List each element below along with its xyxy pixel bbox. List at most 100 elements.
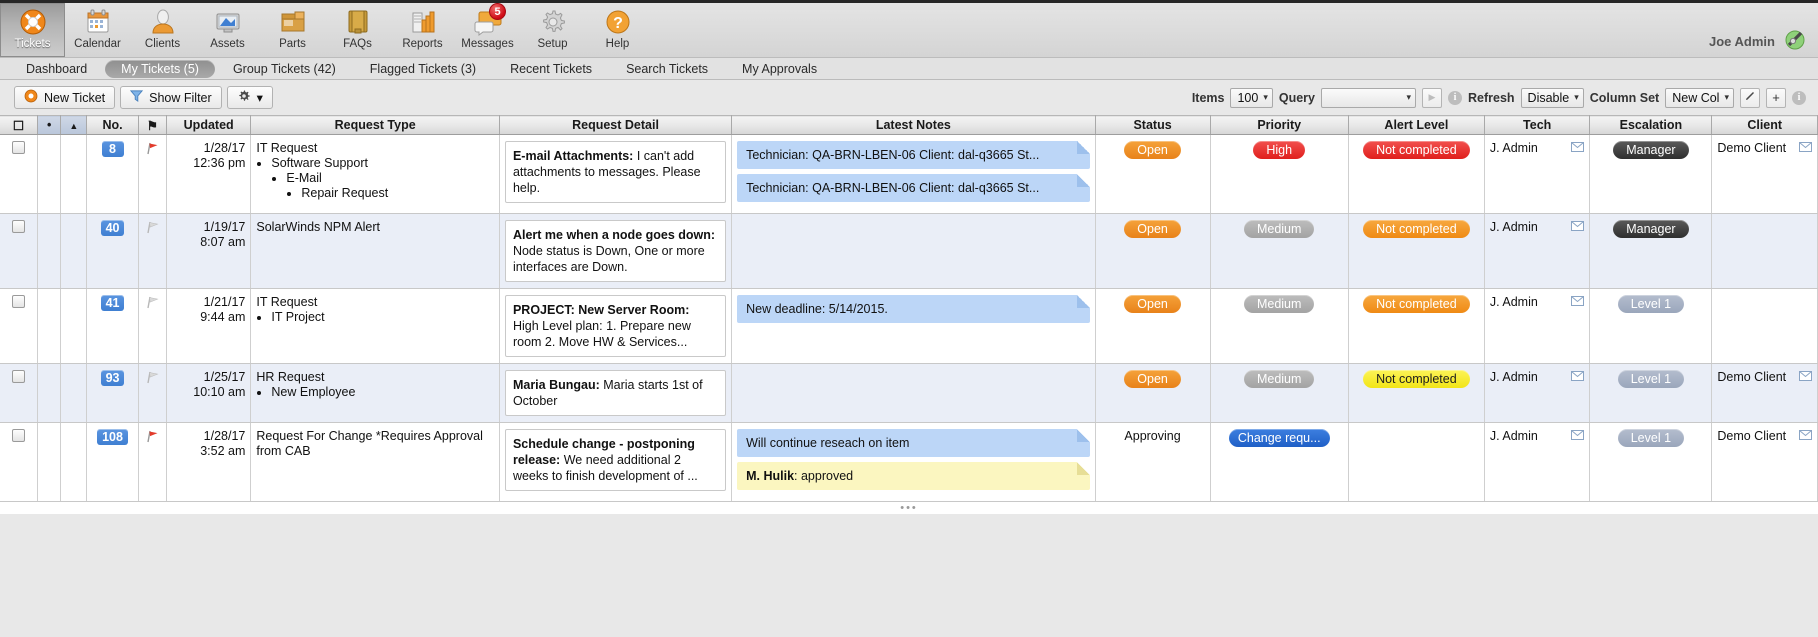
- header-request-type[interactable]: Request Type: [250, 115, 500, 135]
- row-checkbox[interactable]: [12, 220, 25, 233]
- tab-my-approvals[interactable]: My Approvals: [726, 60, 833, 78]
- priority-badge[interactable]: High: [1253, 141, 1306, 159]
- nav-item-tickets[interactable]: Tickets: [0, 3, 65, 57]
- status-badge[interactable]: Open: [1124, 220, 1181, 238]
- table-row[interactable]: 8 1/28/1712:36 pm IT RequestSoftware Suppo…: [0, 134, 1818, 214]
- row-select-cell[interactable]: [0, 288, 39, 364]
- row-number-cell[interactable]: 41: [86, 288, 139, 364]
- row-select-cell[interactable]: [0, 422, 39, 502]
- header-alert-level[interactable]: Alert Level: [1348, 115, 1485, 135]
- status-badge[interactable]: Open: [1124, 370, 1181, 388]
- request-detail-box[interactable]: Maria Bungau: Maria starts 1st of Octobe…: [504, 370, 727, 416]
- header-flag[interactable]: ⚑: [138, 115, 167, 135]
- row-request-detail-cell[interactable]: PROJECT: New Server Room: High Level pla…: [499, 288, 733, 364]
- escalation-badge[interactable]: Level 1: [1617, 370, 1685, 388]
- escalation-badge[interactable]: Level 1: [1617, 429, 1685, 447]
- ticket-number-badge[interactable]: 41: [100, 295, 125, 311]
- note-bubble[interactable]: Will continue reseach on item: [737, 429, 1090, 457]
- header-no[interactable]: No.: [86, 115, 139, 135]
- table-row[interactable]: 41 1/21/179:44 am IT RequestIT Project PROJ…: [0, 288, 1818, 364]
- flag-icon[interactable]: [145, 296, 159, 312]
- flag-icon[interactable]: [145, 371, 159, 387]
- row-request-detail-cell[interactable]: Maria Bungau: Maria starts 1st of Octobe…: [499, 363, 733, 423]
- flag-icon[interactable]: [145, 430, 159, 446]
- header-tech[interactable]: Tech: [1484, 115, 1591, 135]
- ticket-number-badge[interactable]: 40: [100, 220, 125, 236]
- alert-level-badge[interactable]: Not completed: [1363, 220, 1470, 238]
- priority-badge[interactable]: Medium: [1243, 295, 1315, 313]
- alert-level-badge[interactable]: Not completed: [1363, 295, 1470, 313]
- request-detail-box[interactable]: PROJECT: New Server Room: High Level pla…: [504, 295, 727, 357]
- header-sort-indicator[interactable]: ▲: [60, 115, 88, 135]
- row-select-cell[interactable]: [0, 134, 39, 214]
- tab-group-tickets[interactable]: Group Tickets (42): [217, 60, 352, 78]
- row-checkbox[interactable]: [12, 429, 25, 442]
- row-flag-cell[interactable]: [138, 288, 167, 364]
- priority-badge[interactable]: Change requ...: [1228, 429, 1330, 447]
- nav-item-calendar[interactable]: Calendar: [65, 3, 130, 57]
- row-number-cell[interactable]: 40: [86, 213, 139, 289]
- row-flag-cell[interactable]: [138, 213, 167, 289]
- request-detail-box[interactable]: Alert me when a node goes down: Node sta…: [504, 220, 727, 282]
- header-dot[interactable]: •: [37, 115, 62, 135]
- items-per-page-select[interactable]: 100 ▾: [1230, 87, 1273, 108]
- note-bubble[interactable]: Technician: QA-BRN-LBEN-06 Client: dal-q…: [737, 141, 1090, 169]
- table-row[interactable]: 108 1/28/17 3:52 am Request For Change *Req…: [0, 422, 1818, 502]
- query-info-icon[interactable]: i: [1448, 90, 1462, 105]
- row-flag-cell[interactable]: [138, 422, 167, 502]
- row-number-cell[interactable]: 108: [86, 422, 139, 502]
- flag-icon[interactable]: [145, 221, 159, 237]
- row-flag-cell[interactable]: [138, 363, 167, 423]
- envelope-icon[interactable]: [1571, 295, 1585, 309]
- nav-item-faqs[interactable]: FAQs: [325, 3, 390, 57]
- status-badge[interactable]: Open: [1124, 295, 1181, 313]
- alert-level-badge[interactable]: Not completed: [1363, 141, 1470, 159]
- header-updated[interactable]: Updated: [166, 115, 252, 135]
- note-bubble[interactable]: Technician: QA-BRN-LBEN-06 Client: dal-q…: [737, 174, 1090, 202]
- escalation-badge[interactable]: Manager: [1613, 141, 1689, 159]
- header-priority[interactable]: Priority: [1210, 115, 1349, 135]
- edit-column-set-button[interactable]: [1740, 87, 1760, 108]
- row-request-detail-cell[interactable]: Alert me when a node goes down: Node sta…: [499, 213, 733, 289]
- new-ticket-button[interactable]: New Ticket: [14, 86, 116, 109]
- envelope-icon[interactable]: [1799, 429, 1812, 443]
- row-checkbox[interactable]: [12, 370, 25, 383]
- envelope-icon[interactable]: [1571, 141, 1585, 155]
- row-select-cell[interactable]: [0, 363, 39, 423]
- column-set-info-icon[interactable]: i: [1792, 90, 1806, 105]
- header-latest-notes[interactable]: Latest Notes: [731, 115, 1096, 135]
- tab-recent-tickets[interactable]: Recent Tickets: [494, 60, 608, 78]
- ticket-number-badge[interactable]: 108: [97, 429, 128, 445]
- header-request-detail[interactable]: Request Detail: [499, 115, 733, 135]
- tab-my-tickets[interactable]: My Tickets (5): [105, 59, 215, 78]
- nav-item-clients[interactable]: Clients: [130, 3, 195, 57]
- row-request-detail-cell[interactable]: Schedule change - postponing release: We…: [499, 422, 733, 502]
- nav-item-parts[interactable]: Parts: [260, 3, 325, 57]
- tab-dashboard[interactable]: Dashboard: [10, 60, 103, 78]
- alert-level-badge[interactable]: Not completed: [1363, 370, 1470, 388]
- header-client[interactable]: Client: [1711, 115, 1818, 135]
- status-badge[interactable]: Open: [1124, 141, 1181, 159]
- envelope-icon[interactable]: [1571, 370, 1585, 384]
- header-status[interactable]: Status: [1095, 115, 1211, 135]
- envelope-icon[interactable]: [1799, 370, 1812, 384]
- header-select-all[interactable]: ☐: [0, 115, 39, 135]
- table-row[interactable]: 93 1/25/1710:10 am HR RequestNew Employee M…: [0, 363, 1818, 423]
- priority-badge[interactable]: Medium: [1243, 220, 1315, 238]
- table-row[interactable]: 40 1/19/17 8:07 am SolarWinds NPM Alert Aler…: [0, 213, 1818, 289]
- flag-icon[interactable]: [145, 142, 159, 158]
- refresh-select[interactable]: Disable ▾: [1520, 87, 1584, 108]
- add-column-set-button[interactable]: +: [1766, 87, 1786, 108]
- request-detail-box[interactable]: E-mail Attachments: I can't add attachme…: [504, 141, 727, 203]
- tab-search-tickets[interactable]: Search Tickets: [610, 60, 724, 78]
- envelope-icon[interactable]: [1571, 429, 1585, 443]
- query-select[interactable]: ▾: [1321, 87, 1416, 108]
- show-filter-button[interactable]: Show Filter: [120, 86, 222, 109]
- column-set-select[interactable]: New Col ▾: [1665, 87, 1734, 108]
- nav-item-messages[interactable]: 5 Messages: [455, 3, 520, 57]
- envelope-icon[interactable]: [1571, 220, 1585, 234]
- row-checkbox[interactable]: [12, 295, 25, 308]
- ticket-number-badge[interactable]: 93: [100, 370, 125, 386]
- user-area[interactable]: Joe Admin: [1709, 29, 1806, 54]
- nav-item-setup[interactable]: Setup: [520, 3, 585, 57]
